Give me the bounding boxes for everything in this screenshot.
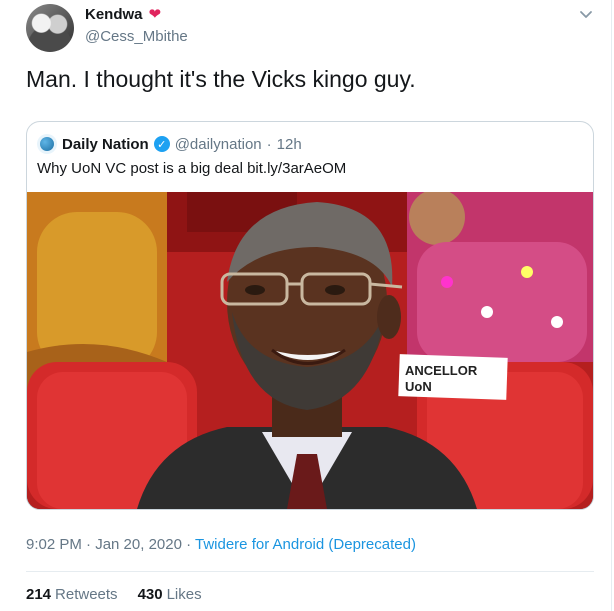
divider xyxy=(26,571,594,572)
timestamp[interactable]: 9:02 PM · Jan 20, 2020 xyxy=(26,536,182,553)
likes-label: Likes xyxy=(166,586,202,603)
photo-illustration: ANCELLOR UoN xyxy=(27,192,593,509)
quoted-text: Why UoN VC post is a big deal bit.ly/3ar… xyxy=(37,160,347,177)
quoted-separator: · xyxy=(266,135,272,153)
display-name[interactable]: Kendwa xyxy=(85,6,143,23)
placard-text-2: UoN xyxy=(405,379,432,394)
tweet-card: Kendwa ❤ @Cess_Mbithe Man. I thought it'… xyxy=(0,0,612,611)
heart-icon: ❤ xyxy=(148,6,162,23)
engagement-stats: 214 Retweets 430 Likes xyxy=(26,586,202,603)
daily-nation-logo-icon xyxy=(37,134,57,154)
likes-count: 430 xyxy=(137,586,163,603)
placard-text-1: ANCELLOR xyxy=(405,363,478,378)
source-link[interactable]: Twidere for Android (Deprecated) xyxy=(195,536,416,553)
verified-badge-icon: ✓ xyxy=(153,136,170,152)
chevron-down-icon[interactable] xyxy=(578,6,594,22)
quoted-handle: @dailynation xyxy=(174,135,262,153)
retweets-count: 214 xyxy=(26,586,52,603)
tweet-text: Man. I thought it's the Vicks kingo guy. xyxy=(26,66,416,92)
likes-stat[interactable]: 430 Likes xyxy=(138,586,202,603)
quoted-tweet-header: Daily Nation ✓ @dailynation · 12h xyxy=(37,134,302,154)
retweets-label: Retweets xyxy=(55,586,118,603)
author-handle[interactable]: @Cess_Mbithe xyxy=(85,28,188,45)
tweet-meta: 9:02 PM · Jan 20, 2020 · Twidere for And… xyxy=(26,536,416,553)
quoted-tweet[interactable]: Daily Nation ✓ @dailynation · 12h Why Uo… xyxy=(26,121,594,510)
avatar[interactable] xyxy=(26,4,74,52)
author-name-row[interactable]: Kendwa ❤ xyxy=(85,6,161,23)
quoted-photo[interactable]: ANCELLOR UoN xyxy=(27,192,593,509)
retweets-stat[interactable]: 214 Retweets xyxy=(26,586,118,603)
quoted-display-name: Daily Nation xyxy=(62,135,149,153)
quoted-time: 12h xyxy=(276,135,302,153)
meta-separator: · xyxy=(181,536,195,553)
